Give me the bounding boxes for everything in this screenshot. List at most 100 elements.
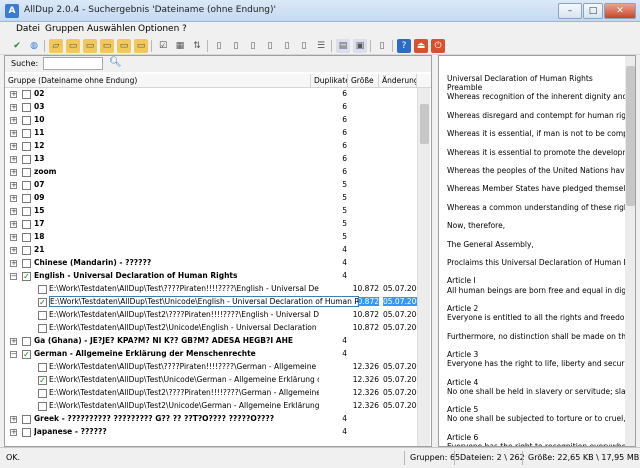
expand-icon[interactable]: + (10, 169, 17, 176)
row-checkbox[interactable] (22, 194, 31, 203)
list-icon[interactable]: ☰ (314, 39, 328, 53)
close-button[interactable]: ✕ (604, 3, 636, 19)
table-row[interactable]: + Ga (Ghana) - JE?JE? KPA?M? NI K?? GB?M?… (5, 335, 417, 348)
page-rename-icon[interactable]: ▯ (297, 39, 311, 53)
grid-icon[interactable]: ▦ (173, 39, 187, 53)
menu-optionen[interactable]: Optionen (138, 24, 179, 34)
expand-icon[interactable]: + (10, 117, 17, 124)
table-row[interactable]: + Greek - ?????????? ????????? G?? ?? ??T… (5, 413, 417, 426)
table-row[interactable]: E:\Work\Testdaten\AllDup\Test2\????Pirat… (5, 309, 417, 322)
row-checkbox[interactable] (22, 259, 31, 268)
row-checkbox[interactable] (38, 363, 47, 372)
table-row[interactable]: − ✓ English - Universal Declaration of Hum… (5, 270, 417, 283)
table-row[interactable]: +02 6 (5, 88, 417, 101)
monitor-icon[interactable]: ▣ (353, 39, 367, 53)
row-checkbox[interactable]: ✓ (22, 272, 31, 281)
table-row[interactable]: +12 6 (5, 140, 417, 153)
page-move-icon[interactable]: ▯ (246, 39, 260, 53)
row-checkbox[interactable] (22, 168, 31, 177)
table-row[interactable]: +17 5 (5, 218, 417, 231)
row-checkbox[interactable] (22, 129, 31, 138)
collapse-icon[interactable]: − (10, 351, 17, 358)
table-row[interactable]: ✓ E:\Work\Testdaten\AllDup\Test\Unicode\E… (5, 296, 417, 309)
table-row[interactable]: E:\Work\Testdaten\AllDup\Test\????Pirate… (5, 283, 417, 296)
table-row[interactable]: +03 6 (5, 101, 417, 114)
folder-icon[interactable]: ▭ (66, 39, 80, 53)
table-row[interactable]: E:\Work\Testdaten\AllDup\Test2\Unicode\G… (5, 400, 417, 413)
expand-icon[interactable]: + (10, 208, 17, 215)
row-checkbox[interactable] (38, 324, 47, 333)
globe-icon[interactable]: ◍ (27, 39, 41, 53)
table-row[interactable]: +13 6 (5, 153, 417, 166)
row-checkbox[interactable] (22, 246, 31, 255)
print-icon[interactable]: ▤ (336, 39, 350, 53)
expand-icon[interactable]: + (10, 234, 17, 241)
expand-icon[interactable]: + (10, 91, 17, 98)
table-row[interactable]: +15 5 (5, 205, 417, 218)
folder-tag-icon[interactable]: ▭ (117, 39, 131, 53)
check-icon[interactable]: ✔ (10, 39, 24, 53)
scrollbar-thumb[interactable] (420, 104, 429, 144)
row-checkbox[interactable] (38, 311, 47, 320)
row-checkbox[interactable] (22, 155, 31, 164)
table-row[interactable]: ✓ E:\Work\Testdaten\AllDup\Test\Unicode\G… (5, 374, 417, 387)
folder-add-icon[interactable]: ▭ (83, 39, 97, 53)
menu-help[interactable]: ? (182, 24, 187, 34)
row-checkbox[interactable] (22, 233, 31, 242)
table-row[interactable]: +10 6 (5, 114, 417, 127)
preview-scrollbar[interactable] (625, 56, 635, 446)
row-checkbox[interactable]: ✓ (38, 298, 47, 307)
expand-icon[interactable]: + (10, 338, 17, 345)
row-checkbox[interactable] (22, 220, 31, 229)
expand-icon[interactable]: + (10, 104, 17, 111)
table-row[interactable]: +11 6 (5, 127, 417, 140)
preview-scrollbar-thumb[interactable] (626, 66, 635, 206)
expand-icon[interactable]: + (10, 429, 17, 436)
expand-icon[interactable]: + (10, 416, 17, 423)
menu-gruppen[interactable]: Gruppen (45, 24, 84, 34)
page-delete-icon[interactable]: ▯ (280, 39, 294, 53)
row-checkbox[interactable] (22, 90, 31, 99)
minimize-button[interactable]: – (558, 3, 582, 19)
row-checkbox[interactable] (38, 389, 47, 398)
row-checkbox[interactable] (38, 285, 47, 294)
table-row[interactable]: +21 4 (5, 244, 417, 257)
table-row[interactable]: E:\Work\Testdaten\AllDup\Test2\????Pirat… (5, 387, 417, 400)
table-row[interactable]: +09 5 (5, 192, 417, 205)
table-row[interactable]: + zoom 6 (5, 166, 417, 179)
power-icon[interactable]: ⏻ (431, 39, 445, 53)
expand-icon[interactable]: + (10, 182, 17, 189)
col-size[interactable]: Größe (348, 74, 379, 88)
page-copy-icon[interactable]: ▯ (229, 39, 243, 53)
row-checkbox[interactable] (22, 337, 31, 346)
page-link-icon[interactable]: ▯ (263, 39, 277, 53)
maximize-button[interactable]: □ (583, 3, 603, 19)
row-checkbox[interactable] (22, 415, 31, 424)
page-icon[interactable]: ▯ (212, 39, 226, 53)
expand-icon[interactable]: + (10, 221, 17, 228)
row-checkbox[interactable] (38, 402, 47, 411)
collapse-icon[interactable]: − (10, 273, 17, 280)
table-row[interactable]: − ✓ German - Allgemeine Erklärung der Mens… (5, 348, 417, 361)
row-checkbox[interactable] (22, 142, 31, 151)
vertical-scrollbar[interactable] (417, 88, 430, 446)
help-icon[interactable]: ? (397, 39, 411, 53)
sort-icon[interactable]: ⇅ (190, 39, 204, 53)
row-checkbox[interactable] (22, 103, 31, 112)
table-row[interactable]: + Japanese - ?????? 4 (5, 426, 417, 439)
col-duplicates[interactable]: Duplikate (311, 74, 348, 88)
table-row[interactable]: + Chinese (Mandarin) - ?????? 4 (5, 257, 417, 270)
row-checkbox[interactable] (22, 116, 31, 125)
expand-icon[interactable]: + (10, 195, 17, 202)
search-input[interactable] (43, 57, 103, 70)
folder-open-icon[interactable]: ▱ (49, 39, 63, 53)
expand-icon[interactable]: + (10, 156, 17, 163)
table-row[interactable]: +18 5 (5, 231, 417, 244)
row-checkbox[interactable]: ✓ (22, 350, 31, 359)
expand-icon[interactable]: + (10, 247, 17, 254)
folder-cut-icon[interactable]: ▭ (134, 39, 148, 53)
col-modified[interactable]: Änderungsdat (379, 74, 417, 88)
exit-icon[interactable]: ⏏ (414, 39, 428, 53)
table-row[interactable]: E:\Work\Testdaten\AllDup\Test\????Pirate… (5, 361, 417, 374)
row-checkbox[interactable]: ✓ (38, 376, 47, 385)
